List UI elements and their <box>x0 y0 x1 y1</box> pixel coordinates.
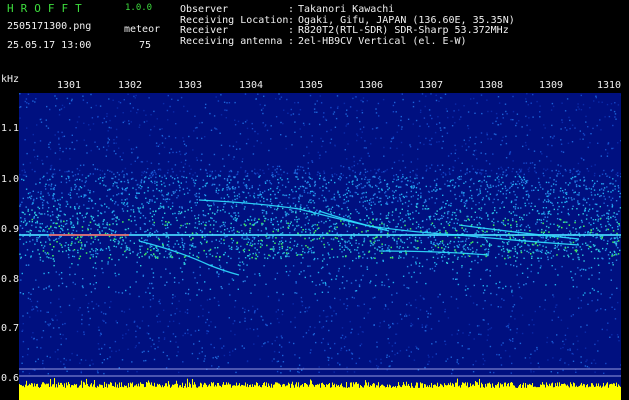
y-tick-label: 1.1 <box>1 123 20 134</box>
x-tick-label: 1302 <box>117 80 143 91</box>
info-key: Receiver <box>180 25 229 36</box>
info-value: R820T2(RTL-SDR) SDR-Sharp 53.372MHz <box>298 25 509 36</box>
info-key: Observer <box>180 4 229 15</box>
spectrogram-plot <box>19 93 621 400</box>
power-level-bars <box>19 378 621 400</box>
meteor-label: meteor <box>124 24 161 35</box>
y-tick-label: 0.6 <box>1 373 20 384</box>
x-tick-label: 1308 <box>478 80 504 91</box>
file-name: 2505171300.png <box>7 21 92 32</box>
y-tick-label: 1.0 <box>1 174 20 185</box>
x-tick-label: 1306 <box>358 80 384 91</box>
x-tick-label: 1303 <box>177 80 203 91</box>
x-tick-label: 1304 <box>238 80 264 91</box>
meteor-trace <box>138 240 240 276</box>
app-title: HROFFT <box>7 2 89 15</box>
y-tick-label: 0.7 <box>1 323 20 334</box>
x-tick-label: 1301 <box>56 80 82 91</box>
date-time: 25.05.17 13:00 <box>7 40 92 51</box>
info-value: 2el-HB9CV Vertical (el. E-W) <box>298 35 467 47</box>
x-tick-label: 1307 <box>418 80 444 91</box>
header-panel: HROFFT 1.0.0 2505171300.png 25.05.17 13:… <box>0 0 629 74</box>
station-info: Observer: Takanori Kawachi Receiving Loc… <box>180 4 515 47</box>
info-row-observer: Observer: Takanori Kawachi <box>180 4 395 15</box>
info-row-receiver: Receiver: R820T2(RTL-SDR) SDR-Sharp 53.3… <box>180 25 509 36</box>
info-value: Takanori Kawachi <box>298 4 395 15</box>
app-version: 1.0.0 <box>125 3 153 13</box>
x-tick-label: 1305 <box>298 80 324 91</box>
info-key: Receiving antenna <box>180 35 283 47</box>
axis-unit-label: kHz <box>1 74 20 85</box>
y-tick-label: 0.8 <box>1 274 20 285</box>
info-row-antenna: Receiving antenna: 2el-HB9CV Vertical (e… <box>180 35 467 47</box>
y-tick-label: 0.9 <box>1 224 20 235</box>
x-tick-label: 1309 <box>538 80 564 91</box>
x-tick-label: 1310 <box>596 80 622 91</box>
meteor-count: 75 <box>139 40 152 51</box>
